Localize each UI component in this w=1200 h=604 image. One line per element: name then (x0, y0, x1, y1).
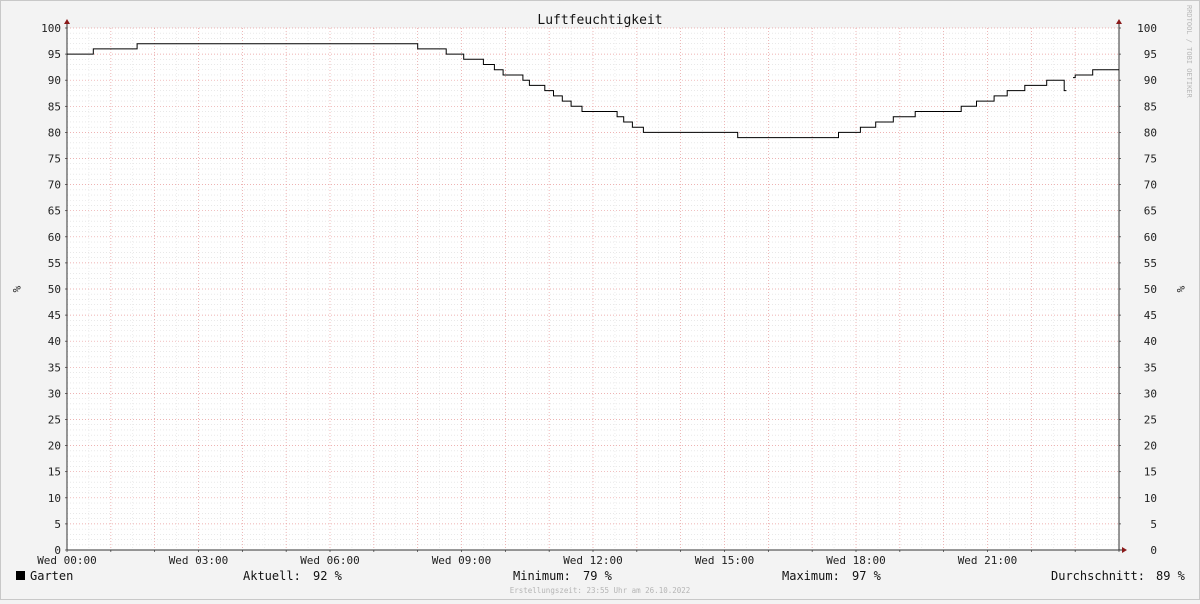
y-tick-label-right: 70 (1144, 179, 1157, 192)
legend-minimum-value: 79 % (583, 569, 613, 583)
y-tick-label-left: 35 (48, 361, 61, 374)
x-tick-label: Wed 18:00 (826, 554, 886, 567)
y-tick-label-left: 55 (48, 257, 61, 270)
y-tick-label-right: 45 (1144, 309, 1157, 322)
y-tick-label-right: 100 (1137, 22, 1157, 35)
y-tick-label-right: 10 (1144, 492, 1157, 505)
y-tick-label-right: 40 (1144, 335, 1157, 348)
y-tick-label-left: 85 (48, 100, 61, 113)
y-tick-label-right: 95 (1144, 48, 1157, 61)
y-tick-label-right: 90 (1144, 74, 1157, 87)
y-tick-label-left: 45 (48, 309, 61, 322)
y-tick-label-left: 20 (48, 440, 61, 453)
y-tick-labels-right: 0 5 10 15 20 25 30 35 40 45 50 55 60 65 70 75 80 85 90 95 10… (1137, 22, 1157, 557)
legend-aktuell-label: Aktuell: (243, 569, 301, 583)
y-tick-label-right: 80 (1144, 126, 1157, 139)
legend-durchschnitt-value: 89 % (1156, 569, 1186, 583)
y-tick-label-left: 100 (41, 22, 61, 35)
x-tick-label: Wed 00:00 (37, 554, 97, 567)
y-tick-label-left: 50 (48, 283, 61, 296)
y-tick-labels-left: 0510152025303540455055606570758085909510… (41, 22, 61, 557)
y-tick-label-left: 60 (48, 231, 61, 244)
y-tick-label-left: 15 (48, 466, 61, 479)
y-axis-label-right: % (1174, 286, 1187, 293)
y-tick-label-left: 25 (48, 414, 61, 427)
x-tick-labels: Wed 00:00 Wed 03:00 Wed 06:00 Wed 09:00 Wed … (37, 554, 1017, 567)
y-tick-label-right: 55 (1144, 257, 1157, 270)
y-tick-label-left: 10 (48, 492, 61, 505)
x-axis-arrow (1122, 547, 1127, 553)
y-tick-label-right: 15 (1144, 466, 1157, 479)
y-tick-label-left: 40 (48, 335, 61, 348)
legend: Garten Aktuell: 92 % Minimum: 79 % Maxim… (16, 569, 1186, 583)
chart-title: Luftfeuchtigkeit (537, 13, 662, 28)
y-tick-label-right: 30 (1144, 387, 1157, 400)
y-axis-arrow-left (64, 19, 70, 24)
y-tick-label-left: 75 (48, 153, 61, 166)
y-tick-label-left: 65 (48, 205, 61, 218)
y-tick-label-left: 95 (48, 48, 61, 61)
x-tick-label: Wed 21:00 (958, 554, 1018, 567)
humidity-chart: 0 5 10 15 20 25 30 35 40 45 50 55 60 65 70 75 80 85 90 95 10… (10, 5, 1193, 595)
y-tick-label-right: 5 (1150, 518, 1157, 531)
legend-maximum-label: Maximum: (782, 569, 840, 583)
y-axis-arrow-right (1116, 19, 1122, 24)
y-tick-label-right: 65 (1144, 205, 1157, 218)
legend-series-name: Garten (30, 569, 73, 583)
legend-minimum-label: Minimum: (513, 569, 571, 583)
rrdtool-watermark: RRDTOOL / TOBI OETIKER (1185, 5, 1193, 99)
y-tick-label-left: 80 (48, 126, 61, 139)
y-axis-label-left: % (10, 286, 23, 293)
y-tick-label-right: 75 (1144, 153, 1157, 166)
x-tick-label: Wed 03:00 (169, 554, 229, 567)
creation-time-footer: Erstellungszeit: 23:55 Uhr am 26.10.2022 (510, 586, 691, 595)
x-tick-label: Wed 12:00 (563, 554, 623, 567)
chart-frame: 0 5 10 15 20 25 30 35 40 45 50 55 60 65 70 75 80 85 90 95 10… (0, 0, 1200, 600)
y-tick-label-right: 35 (1144, 361, 1157, 374)
y-tick-label-left: 90 (48, 74, 61, 87)
legend-durchschnitt-label: Durchschnitt: (1051, 569, 1145, 583)
x-tick-label: Wed 15:00 (695, 554, 755, 567)
y-tick-label-left: 5 (54, 518, 61, 531)
y-tick-label-left: 70 (48, 179, 61, 192)
legend-swatch-garten (16, 571, 25, 580)
y-tick-label-right: 0 (1150, 544, 1157, 557)
legend-aktuell-value: 92 % (313, 569, 343, 583)
y-tick-label-right: 60 (1144, 231, 1157, 244)
y-tick-label-left: 30 (48, 387, 61, 400)
x-tick-label: Wed 09:00 (432, 554, 492, 567)
y-tick-label-right: 20 (1144, 440, 1157, 453)
y-tick-label-right: 85 (1144, 100, 1157, 113)
y-tick-label-right: 25 (1144, 414, 1157, 427)
y-tick-label-right: 50 (1144, 283, 1157, 296)
legend-maximum-value: 97 % (852, 569, 882, 583)
x-tick-label: Wed 06:00 (300, 554, 360, 567)
